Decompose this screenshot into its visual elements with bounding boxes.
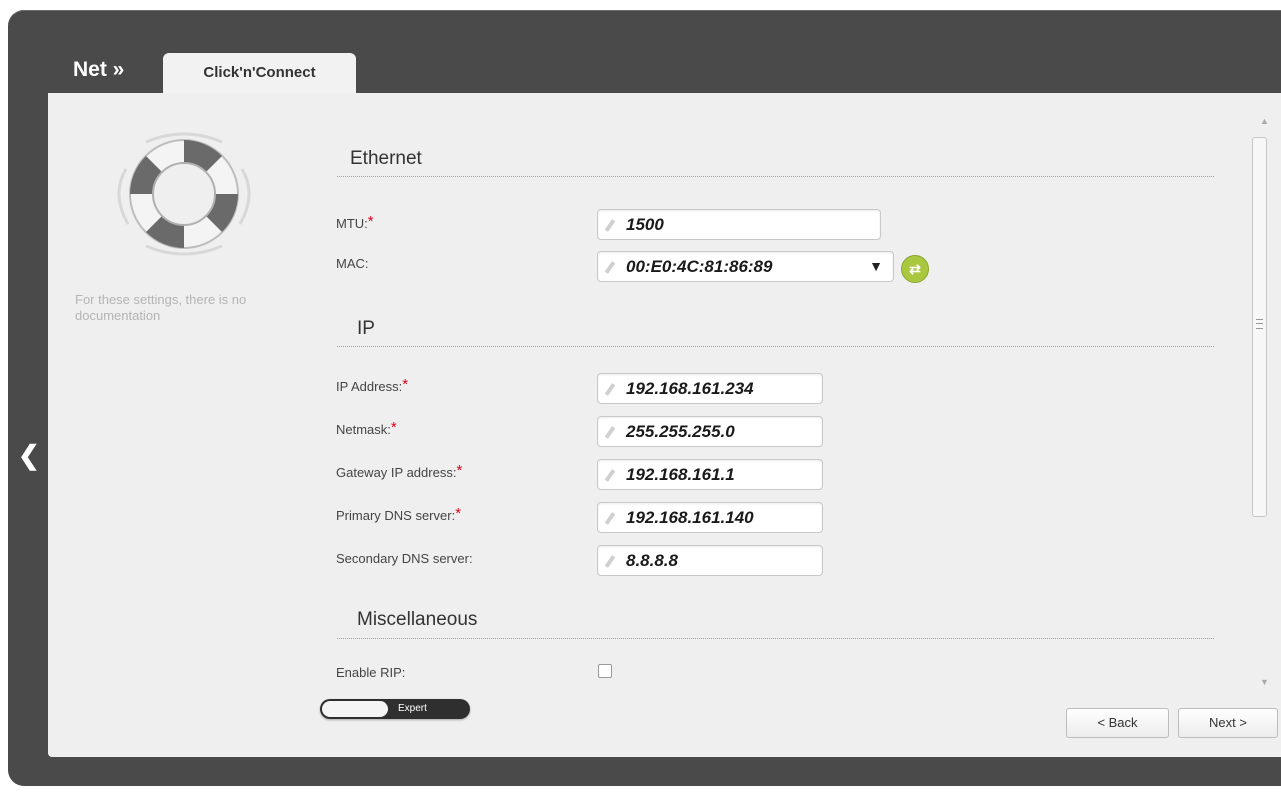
breadcrumb[interactable]: Net » [73,58,124,82]
required-marker: * [402,376,409,393]
ip-address-label: IP Address:* [336,376,409,394]
mac-select[interactable]: 00:E0:4C:81:86:89 ▼ [597,251,894,282]
tab-clicknconnect[interactable]: Click'n'Connect [163,53,356,94]
documentation-note: For these settings, there is no document… [75,292,247,323]
pencil-icon [604,512,616,525]
chevron-left-icon[interactable]: ❮ [18,440,40,471]
required-marker: * [390,419,397,436]
pencil-icon [604,555,616,568]
netmask-label: Netmask:* [336,419,397,437]
section-title-ethernet: Ethernet [350,148,422,169]
enable-rip-checkbox[interactable] [598,664,612,678]
scroll-down-icon[interactable]: ▼ [1260,677,1269,687]
back-button[interactable]: < Back [1066,708,1169,738]
lifebuoy-icon [106,124,262,264]
required-marker: * [456,462,463,479]
refresh-icon[interactable]: ⇄ [901,255,929,283]
divider [337,638,1214,639]
section-title-miscellaneous: Miscellaneous [357,609,478,630]
toggle-knob [322,701,388,717]
secondary-dns-field[interactable]: 8.8.8.8 [597,545,823,576]
mac-label: MAC: [336,256,369,271]
scrollbar[interactable] [1252,137,1267,517]
divider [337,346,1214,347]
secondary-dns-label: Secondary DNS server: [336,551,473,566]
netmask-field[interactable]: 255.255.255.0 [597,416,823,447]
primary-dns-label: Primary DNS server:* [336,505,462,523]
pencil-icon [604,383,616,396]
chevron-down-icon: ▼ [869,258,883,274]
expert-toggle[interactable]: Expert [320,699,470,719]
mtu-field[interactable]: 1500 [597,209,881,240]
pencil-icon [604,469,616,482]
pencil-icon [604,219,616,232]
primary-dns-field[interactable]: 192.168.161.140 [597,502,823,533]
pencil-icon [604,261,616,274]
next-button[interactable]: Next > [1178,708,1278,738]
scroll-grip-icon [1256,319,1263,329]
expert-label: Expert [398,703,427,714]
gateway-field[interactable]: 192.168.161.1 [597,459,823,490]
divider [337,176,1214,177]
ip-address-field[interactable]: 192.168.161.234 [597,373,823,404]
mtu-label: MTU:* [336,213,374,231]
required-marker: * [367,213,374,230]
gateway-label: Gateway IP address:* [336,462,463,480]
scroll-up-icon[interactable]: ▲ [1260,116,1269,126]
section-title-ip: IP [357,318,375,339]
required-marker: * [455,505,462,522]
pencil-icon [604,426,616,439]
enable-rip-label: Enable RIP: [336,665,406,680]
